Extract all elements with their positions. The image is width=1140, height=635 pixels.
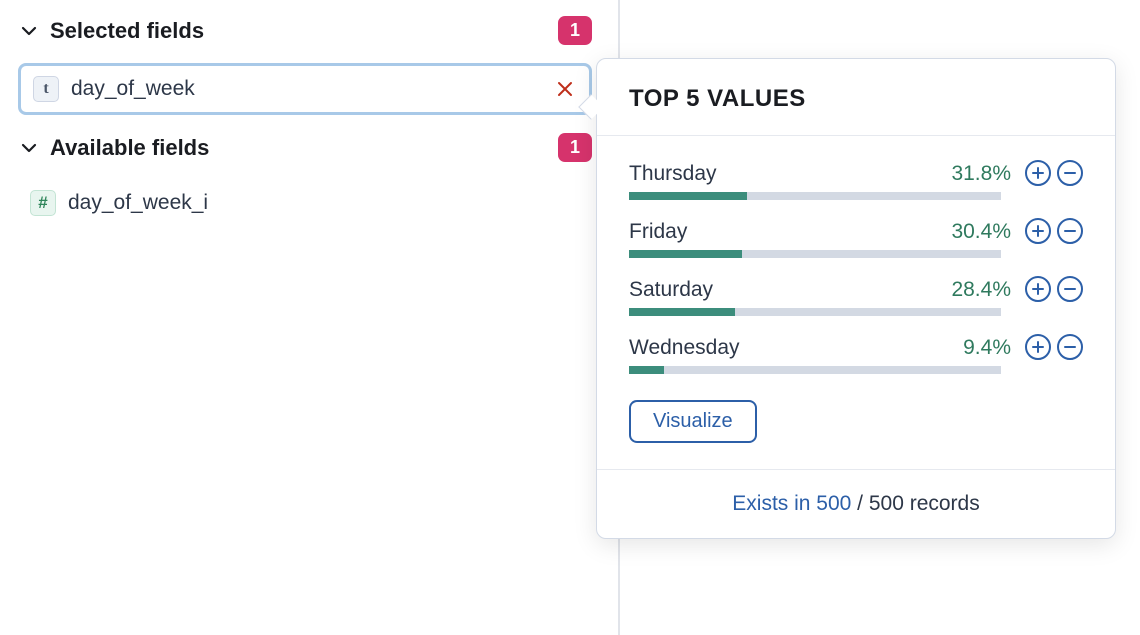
popover-title: TOP 5 VALUES — [629, 85, 1083, 113]
value-label: Friday — [629, 220, 951, 244]
available-fields-count-badge: 1 — [558, 133, 592, 162]
selected-fields-header[interactable]: Selected fields 1 — [0, 10, 610, 51]
value-bar — [629, 308, 1001, 316]
filter-out-button[interactable] — [1057, 160, 1083, 186]
plus-icon — [1031, 166, 1045, 180]
value-bar-fill — [629, 192, 747, 200]
text-type-icon: t — [33, 76, 59, 102]
popover-header: TOP 5 VALUES — [597, 59, 1115, 136]
close-icon — [555, 79, 575, 99]
value-label: Wednesday — [629, 336, 963, 360]
available-fields-header[interactable]: Available fields 1 — [0, 127, 610, 168]
field-stats-popover: TOP 5 VALUES Thursday31.8% Friday30.4% Sat… — [596, 58, 1116, 539]
value-label: Saturday — [629, 278, 951, 302]
chevron-down-icon — [18, 140, 40, 156]
plus-icon — [1031, 282, 1045, 296]
available-fields-title: Available fields — [50, 135, 558, 161]
filter-out-button[interactable] — [1057, 334, 1083, 360]
popover-body: Thursday31.8% Friday30.4% Saturday28.4% Wed… — [597, 136, 1115, 469]
popover-footer: Exists in 500 / 500 records — [597, 469, 1115, 538]
value-bar-fill — [629, 308, 735, 316]
exists-in-link[interactable]: Exists in 500 — [732, 492, 851, 515]
number-type-icon: # — [30, 190, 56, 216]
chevron-down-icon — [18, 23, 40, 39]
value-row: Thursday31.8% — [629, 160, 1083, 200]
filter-in-button[interactable] — [1025, 160, 1051, 186]
value-row: Friday30.4% — [629, 218, 1083, 258]
value-percent: 30.4% — [951, 220, 1011, 244]
value-row: Saturday28.4% — [629, 276, 1083, 316]
minus-icon — [1063, 166, 1077, 180]
value-bar — [629, 250, 1001, 258]
field-name-label: day_of_week — [71, 77, 553, 101]
field-name-label: day_of_week_i — [68, 191, 580, 215]
plus-icon — [1031, 224, 1045, 238]
fields-sidebar: Selected fields 1 t day_of_week Availabl… — [0, 0, 610, 226]
minus-icon — [1063, 282, 1077, 296]
selected-fields-count-badge: 1 — [558, 16, 592, 45]
visualize-button[interactable]: Visualize — [629, 400, 757, 443]
filter-in-button[interactable] — [1025, 218, 1051, 244]
filter-in-button[interactable] — [1025, 276, 1051, 302]
value-label: Thursday — [629, 162, 951, 186]
value-bar-fill — [629, 250, 742, 258]
filter-out-button[interactable] — [1057, 276, 1083, 302]
value-bar — [629, 192, 1001, 200]
field-item-selected[interactable]: t day_of_week — [18, 63, 592, 115]
filter-in-button[interactable] — [1025, 334, 1051, 360]
value-percent: 9.4% — [963, 336, 1011, 360]
value-bar-fill — [629, 366, 664, 374]
value-percent: 28.4% — [951, 278, 1011, 302]
selected-fields-title: Selected fields — [50, 18, 558, 44]
records-text: / 500 records — [851, 492, 979, 515]
minus-icon — [1063, 340, 1077, 354]
value-row: Wednesday9.4% — [629, 334, 1083, 374]
value-percent: 31.8% — [951, 162, 1011, 186]
minus-icon — [1063, 224, 1077, 238]
field-item-available[interactable]: # day_of_week_i — [18, 180, 592, 226]
filter-out-button[interactable] — [1057, 218, 1083, 244]
value-bar — [629, 366, 1001, 374]
plus-icon — [1031, 340, 1045, 354]
remove-field-button[interactable] — [553, 77, 577, 101]
